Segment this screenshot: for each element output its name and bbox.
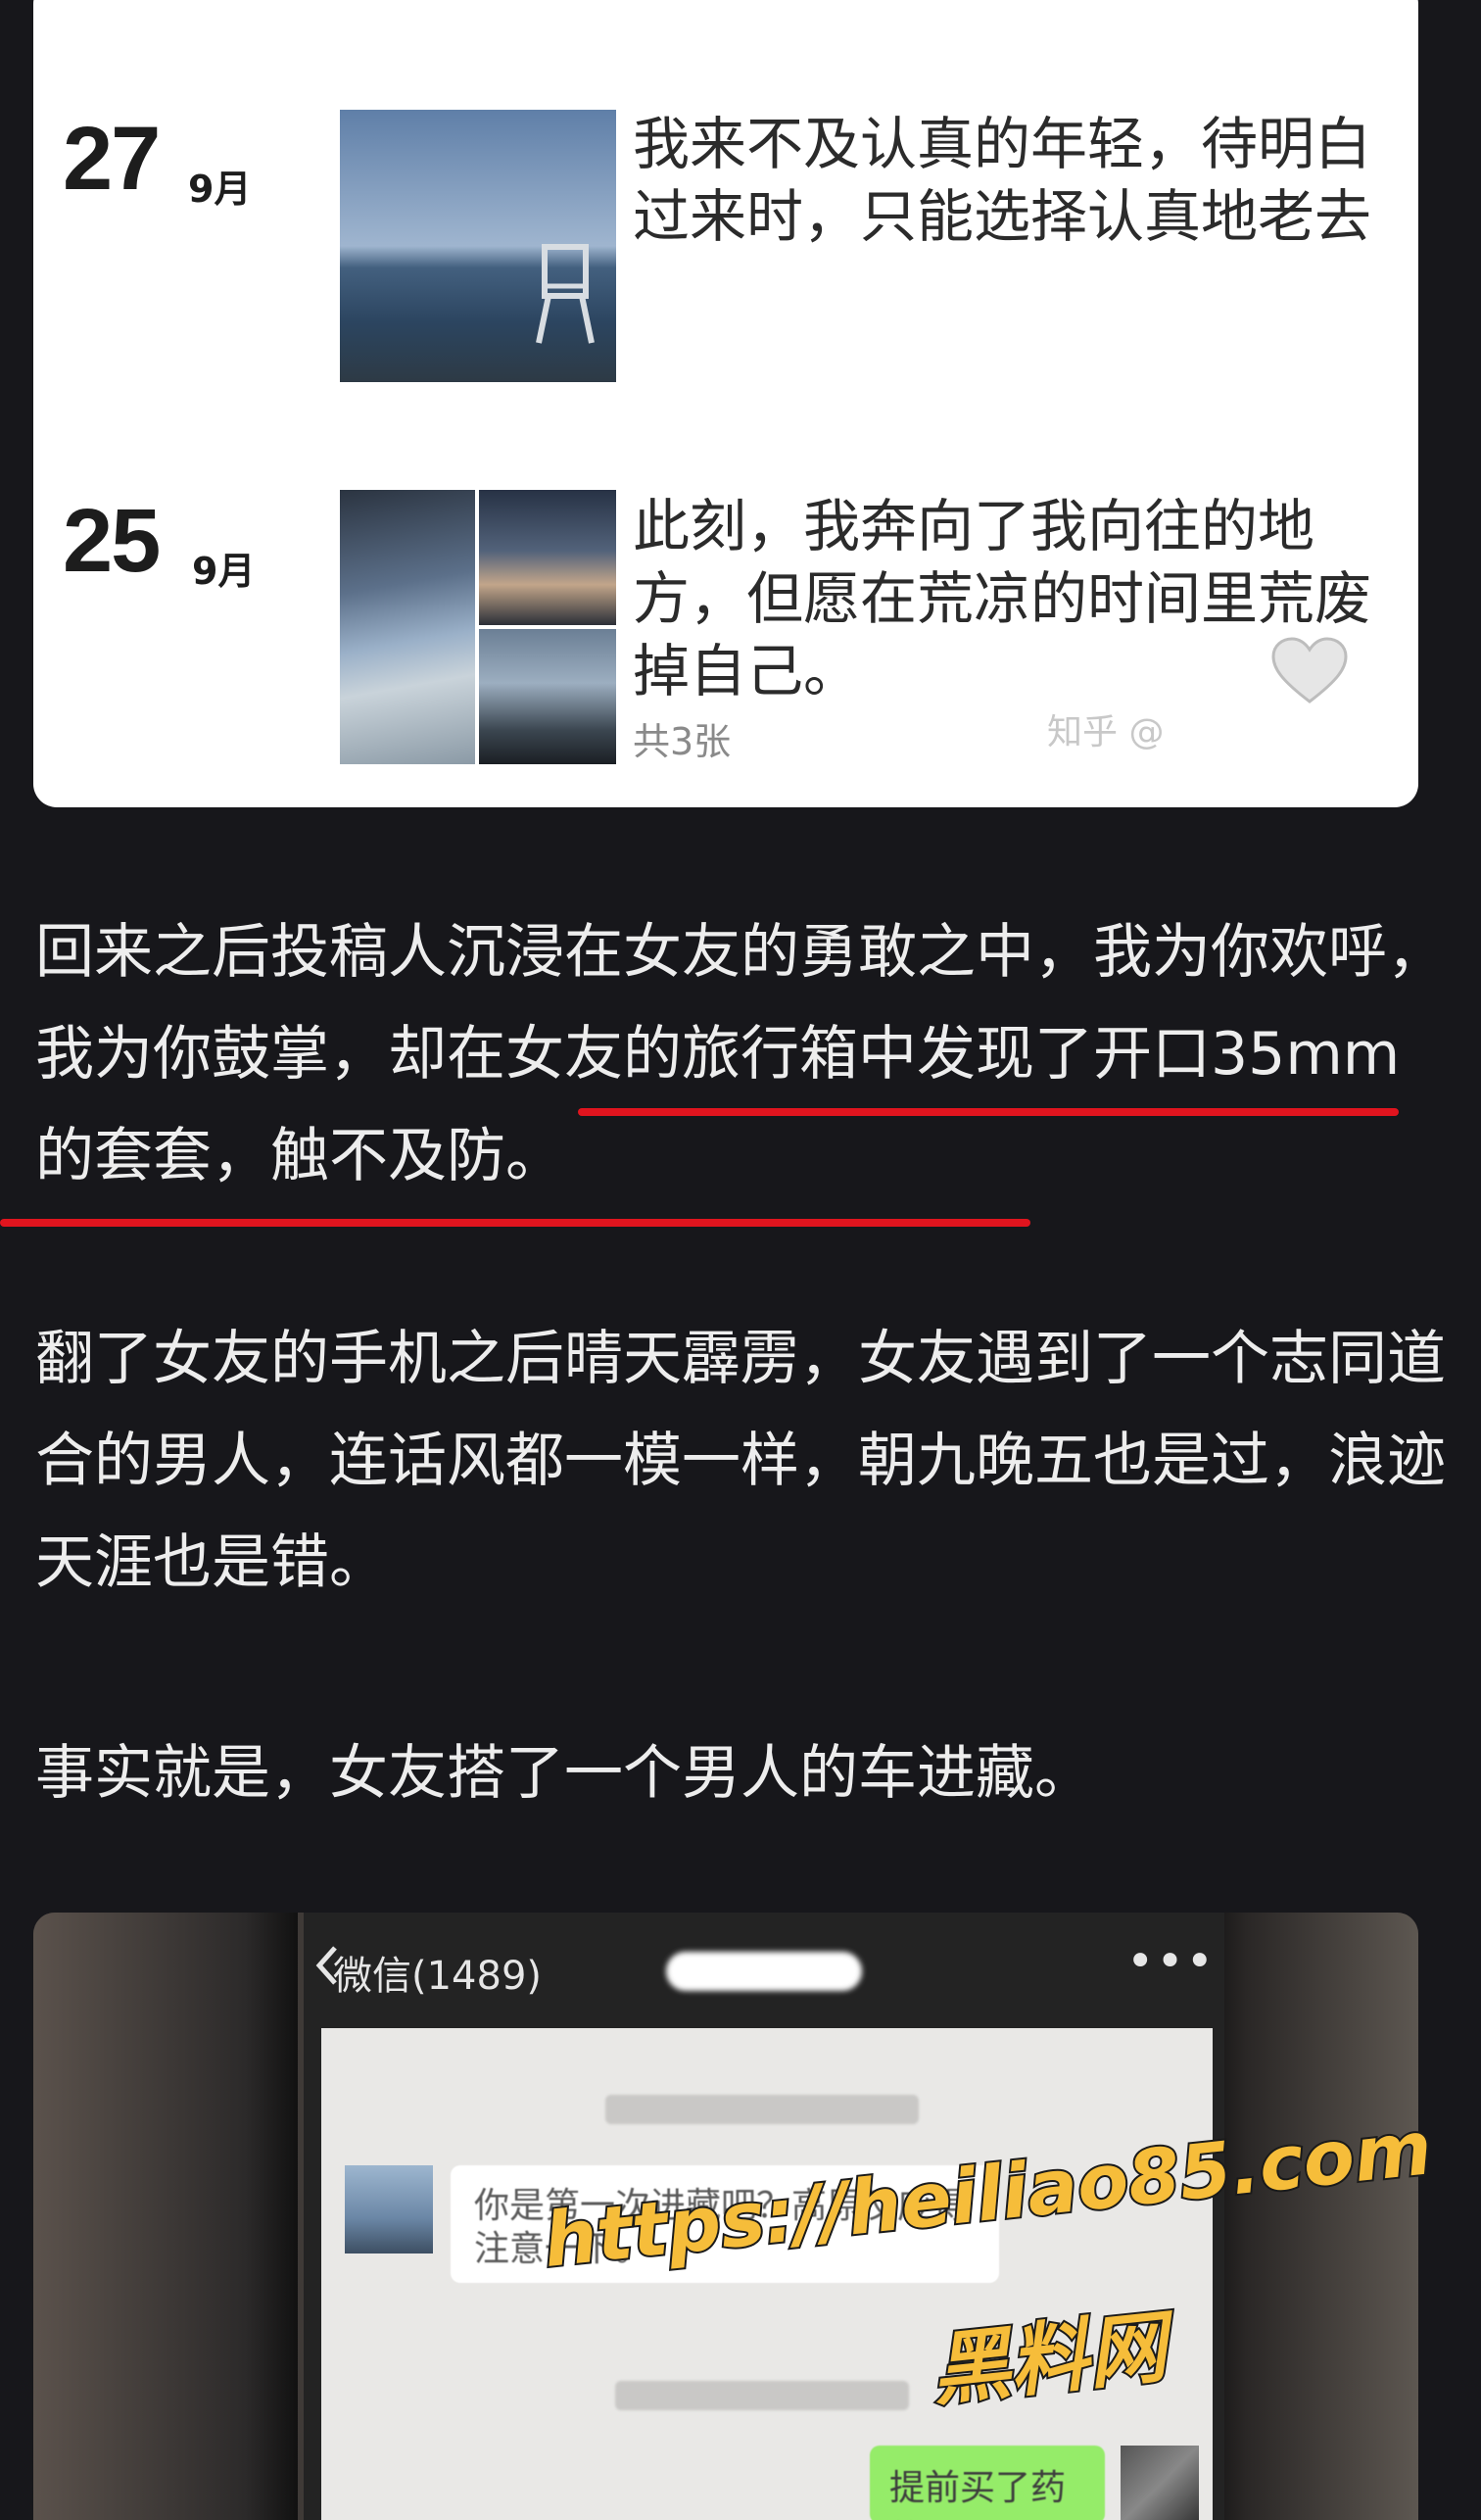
- contact-avatar[interactable]: [345, 2165, 433, 2253]
- article-paragraph-2: 翻了女友的手机之后晴天霹雳，女友遇到了一个志同道合的男人，连话风都一模一样，朝九…: [35, 1325, 1446, 1597]
- heart-icon[interactable]: [1271, 637, 1348, 705]
- moment-month: 9月: [192, 550, 256, 593]
- more-menu-icon[interactable]: •••: [1126, 1934, 1216, 1989]
- grid-photo-2[interactable]: [479, 490, 616, 625]
- red-underline: [0, 1219, 1030, 1227]
- chat-header: 微信(1489) •••: [304, 1913, 1224, 2028]
- chat-timestamp: [605, 2095, 919, 2124]
- photo-count: 共3张: [633, 720, 732, 763]
- outgoing-message: 提前买了药的: [870, 2446, 1105, 2520]
- article-paragraph-3: 事实就是，女友搭了一个男人的车进藏。: [35, 1739, 1093, 1808]
- my-avatar[interactable]: [1121, 2446, 1199, 2520]
- article-paragraph-1: 回来之后投稿人沉浸在女友的勇敢之中，我为你欢呼，我为你鼓掌，却在女友的旅行箱中发…: [35, 901, 1446, 1207]
- zhihu-watermark: 知乎 @: [1047, 712, 1165, 752]
- moment-text: 我来不及认真的年轻，待明白过来时，只能选择认真地老去: [633, 111, 1372, 250]
- red-underline: [578, 1108, 1399, 1116]
- moment-photo-grid[interactable]: [340, 490, 616, 764]
- chair-silhouette: [536, 244, 595, 344]
- moments-card: 27 9月 我来不及认真的年轻，待明白过来时，只能选择认真地老去 25 9月 此…: [33, 0, 1418, 807]
- grid-photo-3[interactable]: [479, 629, 616, 764]
- grid-photo-1[interactable]: [340, 490, 475, 764]
- phone-edge: [1203, 1913, 1418, 2520]
- moment-item[interactable]: 25 9月 此刻，我奔向了我向往的地方，但愿在荒凉的时间里荒废掉自己。 共3张 …: [33, 490, 1418, 784]
- moment-item[interactable]: 27 9月 我来不及认真的年轻，待明白过来时，只能选择认真地老去: [33, 108, 1418, 402]
- phone-edge: [33, 1913, 298, 2520]
- moment-day: 25: [63, 491, 161, 591]
- chat-body: 你是第一次进藏吧？高原反应得注意一下。 提前买了药的: [321, 2028, 1213, 2520]
- moment-month: 9月: [188, 168, 252, 211]
- moment-photo-sea[interactable]: [340, 110, 616, 382]
- chat-timestamp: [615, 2381, 909, 2410]
- redacted-contact-name: [666, 1952, 862, 1991]
- back-button[interactable]: 微信(1489): [333, 1944, 542, 2001]
- moment-day: 27: [63, 109, 161, 209]
